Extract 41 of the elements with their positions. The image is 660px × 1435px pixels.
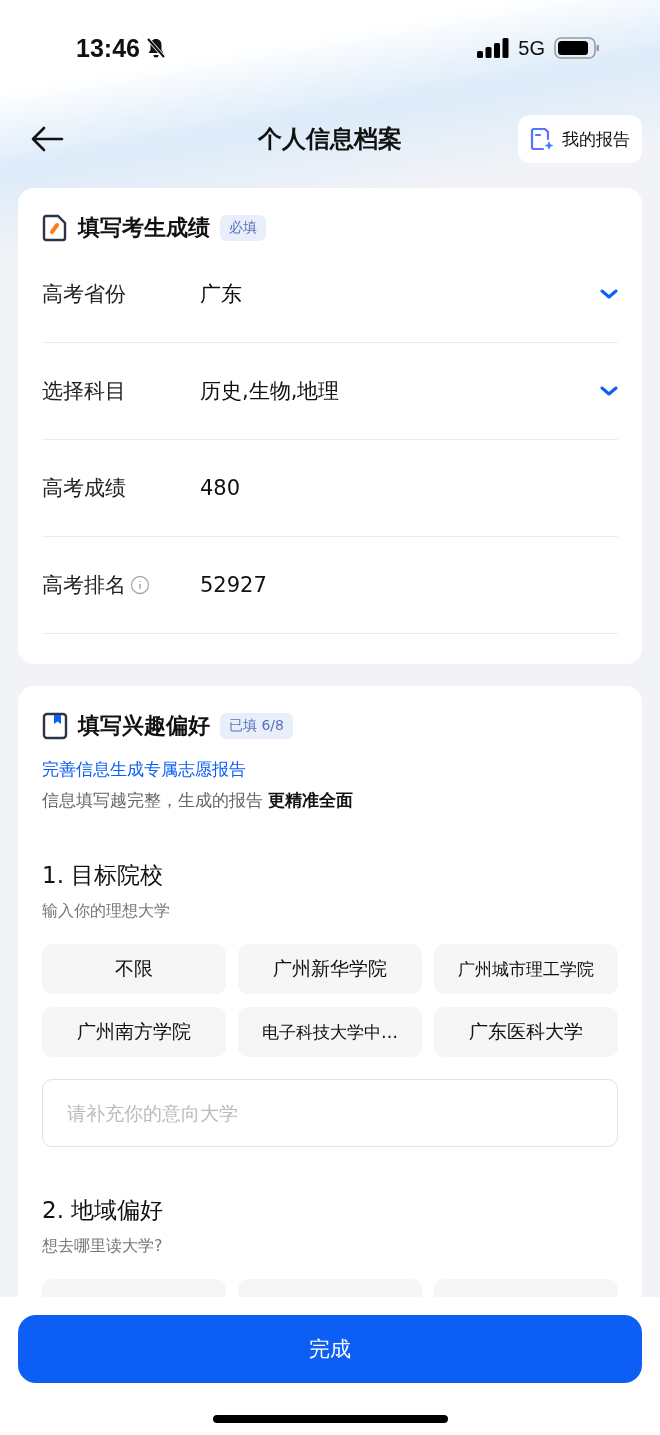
field-label: 选择科目 — [42, 378, 126, 405]
field-label: 高考排名 — [42, 572, 126, 599]
bookmark-icon — [42, 712, 68, 740]
required-badge: 必填 — [220, 215, 266, 241]
field-label: 高考成绩 — [42, 475, 126, 502]
status-time: 13:46 — [76, 33, 140, 63]
option-chip[interactable]: 广东医科大学 — [434, 1007, 618, 1057]
chevron-down-icon[interactable] — [600, 386, 618, 396]
question-hint: 想去哪里读大学? — [42, 1236, 164, 1257]
option-chip[interactable]: 广州南方学院 — [42, 1007, 226, 1057]
question-hint: 输入你的理想大学 — [42, 901, 171, 922]
section-title: 填写兴趣偏好 — [78, 712, 210, 740]
document-sparkle-icon — [530, 126, 554, 152]
bell-off-icon — [145, 37, 166, 59]
report-button[interactable]: 我的报告 — [518, 115, 642, 163]
option-chip[interactable]: 不限 — [42, 944, 226, 994]
info-link[interactable]: 完善信息生成专属志愿报告 — [42, 758, 618, 781]
chevron-down-icon[interactable] — [600, 289, 618, 299]
question-title: 2. 地域偏好 — [42, 1196, 165, 1225]
section-title: 填写考生成绩 — [78, 214, 210, 242]
done-button[interactable]: 完成 — [18, 1315, 642, 1383]
field-value[interactable]: 52927 — [200, 573, 618, 597]
battery-icon — [554, 37, 600, 59]
progress-badge: 已填 6/8 — [220, 713, 293, 739]
back-button[interactable] — [30, 126, 64, 152]
page-title: 个人信息档案 — [258, 124, 402, 155]
option-chip[interactable]: 广州新华学院 — [238, 944, 422, 994]
question-title: 1. 目标院校 — [42, 861, 165, 890]
field-value[interactable]: 480 — [200, 476, 618, 500]
network-label: 5G — [518, 36, 545, 60]
back-arrow-icon — [30, 126, 64, 152]
field-value[interactable]: 历史,生物,地理 — [200, 377, 600, 405]
info-icon[interactable] — [130, 575, 150, 595]
field-label: 高考省份 — [42, 281, 126, 308]
input-field[interactable]: 请补充你的意向大学 — [42, 1079, 618, 1147]
document-icon — [42, 214, 68, 242]
signal-icon — [477, 38, 510, 58]
field-value[interactable]: 广东 — [200, 280, 600, 308]
option-chip[interactable]: 电子科技大学中… — [238, 1007, 422, 1057]
option-chip[interactable]: 广州城市理工学院 — [434, 944, 618, 994]
hint-text: 信息填写越完整，生成的报告 更精准全面 — [42, 789, 355, 812]
